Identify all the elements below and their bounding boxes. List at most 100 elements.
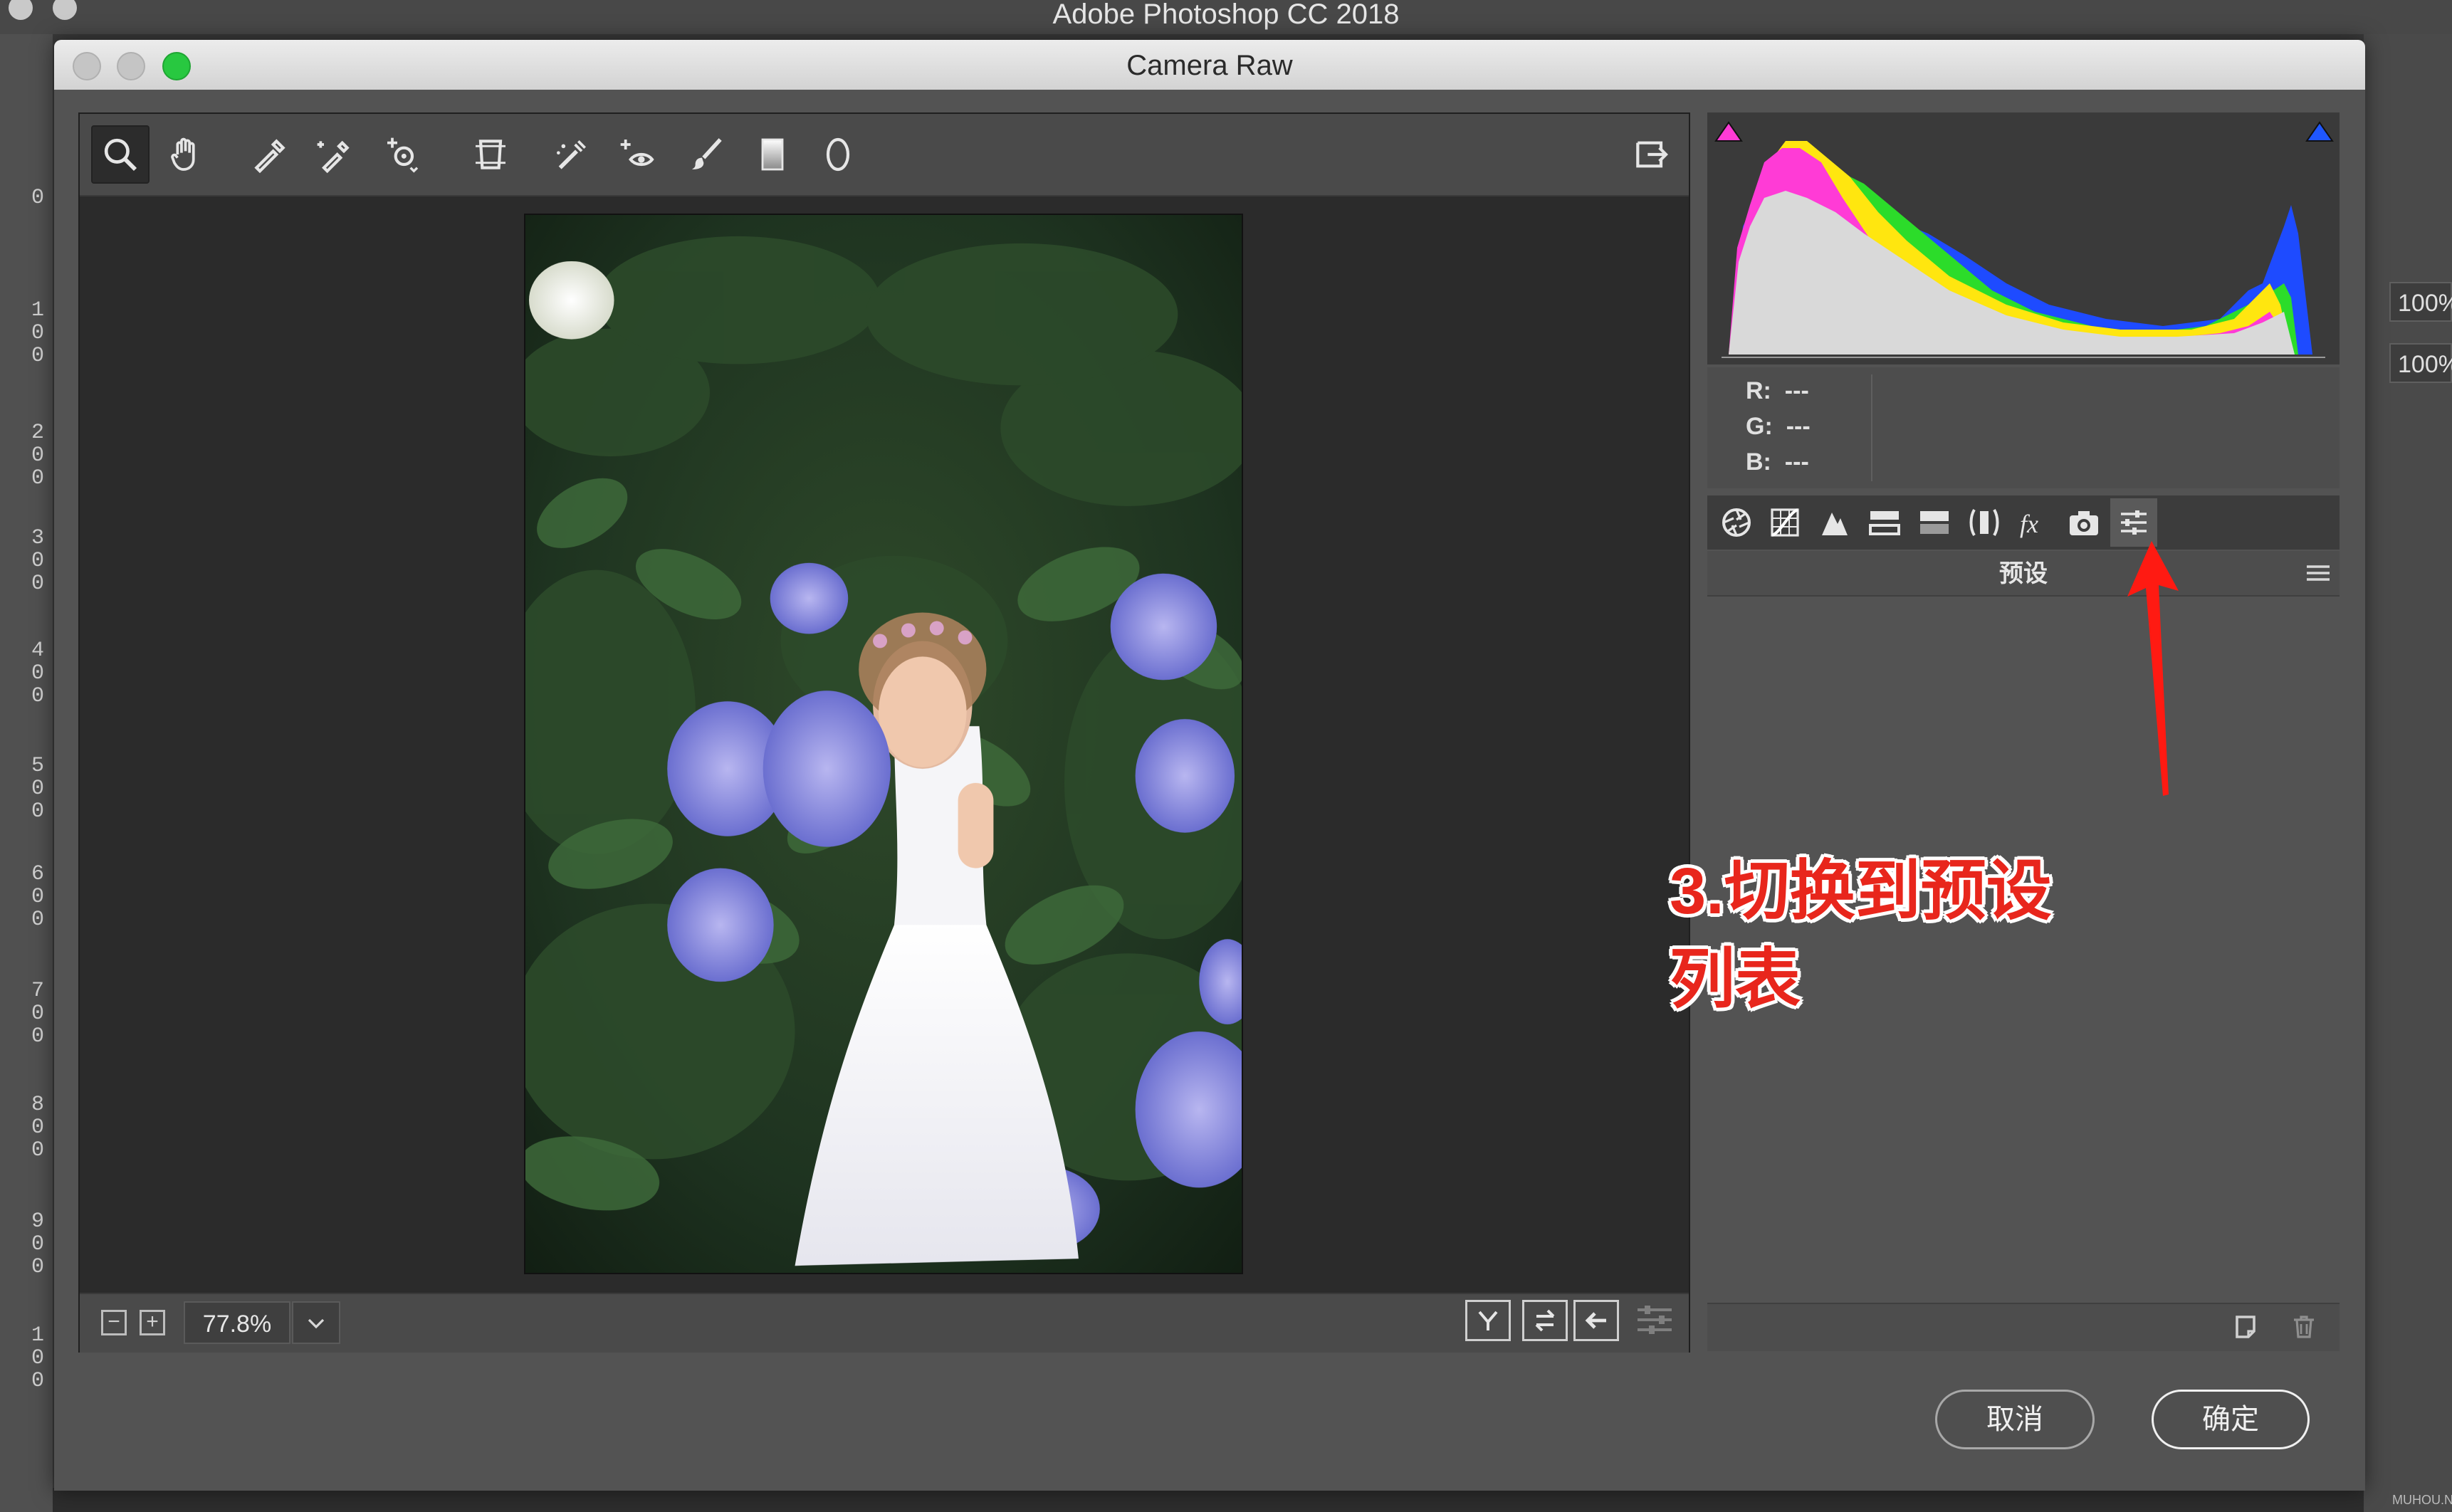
b-label: B: (1746, 448, 1771, 476)
b-value: --- (1784, 448, 1809, 476)
lens-corrections-icon (1969, 508, 1999, 537)
ruler-mark: 8 0 0 (31, 1093, 45, 1162)
red-eye-icon (620, 140, 654, 167)
preview-photo (524, 214, 1243, 1274)
photoshop-app-title: Adobe Photoshop CC 2018 (1052, 0, 1400, 30)
presets-sliders-icon (2121, 510, 2147, 535)
swap-icon (1535, 1309, 1555, 1332)
presets-panel-title: 预设 (1999, 560, 2048, 587)
zoom-level-dropdown[interactable] (292, 1301, 340, 1344)
zoom-out-button[interactable]: − (101, 1310, 127, 1335)
before-after-icon (1478, 1311, 1498, 1330)
camera-calibration-icon (2070, 511, 2098, 535)
sliders-icon (1638, 1306, 1672, 1334)
tab-split-toning[interactable] (1911, 498, 1958, 547)
ruler-mark: 0 (31, 186, 45, 210)
new-preset-button[interactable] (2231, 1313, 2260, 1341)
target-adjust-icon (387, 137, 419, 173)
ps-scale-field-2[interactable]: 100% (2389, 343, 2452, 383)
effects-fx-icon: fx (2020, 510, 2038, 538)
ruler-mark: 7 0 0 (31, 979, 45, 1049)
photoshop-canvas-strip (53, 1488, 2364, 1512)
copy-settings-button[interactable] (1573, 1300, 1619, 1341)
transform-icon (476, 140, 505, 169)
vertical-ruler: 0 1 0 0 2 0 0 3 0 0 4 0 0 5 0 0 6 0 0 7 0 0 8 0 … (0, 34, 53, 1512)
radial-filter-tool-button[interactable] (809, 125, 867, 184)
new-page-icon (2236, 1316, 2255, 1338)
export-icon (1636, 141, 1668, 168)
color-sampler-icon (317, 140, 350, 174)
tab-tone-curve[interactable] (1761, 498, 1808, 547)
ruler-mark: 3 0 0 (31, 526, 45, 596)
readout-divider (1871, 374, 1872, 481)
adjustment-brush-tool-button[interactable] (678, 125, 736, 184)
b-readout: B: --- (1746, 448, 1809, 476)
red-arrow-icon (2127, 541, 2179, 796)
g-value: --- (1786, 413, 1811, 440)
ruler-mark: 1 0 0 (31, 1323, 45, 1393)
tab-presets[interactable] (2110, 498, 2157, 547)
highlight-clipping-icon (2305, 121, 2334, 142)
zoom-tool-button[interactable] (91, 125, 150, 184)
arrow-left-icon (1585, 1312, 1606, 1329)
tab-hsl[interactable] (1861, 498, 1908, 547)
zoom-level-field[interactable]: 77.8% (184, 1301, 290, 1344)
shadow-clipping-toggle[interactable] (1713, 117, 1744, 145)
spot-removal-icon (557, 140, 586, 169)
targeted-adjustment-tool-button[interactable] (373, 125, 431, 184)
histogram-graph (1722, 120, 2325, 359)
r-readout: R: --- (1746, 377, 1809, 405)
tab-basic[interactable] (1713, 498, 1760, 547)
hand-icon (171, 137, 195, 171)
ruler-mark: 1 0 0 (31, 298, 45, 368)
transform-tool-button[interactable] (461, 125, 520, 184)
magnifier-icon (104, 138, 137, 172)
annotation-line-1: 3.切换到预设 (1670, 855, 2052, 928)
svg-text:fx: fx (2020, 510, 2038, 538)
brush-icon (692, 138, 722, 169)
graduated-filter-tool-button[interactable] (743, 125, 802, 184)
shadow-clipping-icon (1714, 121, 1743, 142)
photoshop-right-panel (2364, 34, 2452, 1512)
ruler-mark: 5 0 0 (31, 754, 45, 824)
hand-tool-button[interactable] (157, 125, 215, 184)
cancel-button[interactable]: 取消 (1935, 1390, 2095, 1449)
tab-camera-calibration[interactable] (2060, 498, 2107, 547)
r-label: R: (1746, 377, 1771, 404)
annotation-arrow (2100, 541, 2200, 797)
chevron-down-icon (308, 1318, 325, 1329)
color-sampler-tool-button[interactable] (305, 125, 363, 184)
g-label: G: (1746, 413, 1773, 440)
highlight-clipping-toggle[interactable] (2304, 117, 2335, 145)
ruler-mark: 9 0 0 (31, 1209, 45, 1279)
detail-icon (1822, 513, 1848, 535)
hsl-icon (1869, 511, 1900, 535)
tab-lens-corrections[interactable] (1961, 498, 2008, 547)
before-after-view-button[interactable] (1465, 1300, 1511, 1341)
ps-scale-field-1[interactable]: 100% (2389, 282, 2452, 322)
spot-removal-tool-button[interactable] (543, 125, 601, 184)
hamburger-menu-icon (2307, 565, 2330, 581)
ruler-mark: 4 0 0 (31, 639, 45, 708)
ok-button[interactable]: 确定 (2152, 1390, 2310, 1449)
zoom-in-button[interactable]: + (140, 1310, 165, 1335)
trash-icon (2294, 1316, 2314, 1338)
ellipse-icon (826, 137, 850, 172)
swap-settings-button[interactable] (1522, 1300, 1568, 1341)
tone-curve-icon (1771, 508, 1799, 537)
red-eye-removal-tool-button[interactable] (608, 125, 666, 184)
g-readout: G: --- (1746, 413, 1811, 441)
dialog-title: Camera Raw (1126, 50, 1293, 81)
panel-menu-button[interactable] (2305, 562, 2331, 584)
tutorial-annotation: 3.切换到预设 列表 (1670, 847, 2111, 1024)
tab-detail[interactable] (1811, 498, 1858, 547)
delete-preset-button[interactable] (2290, 1313, 2318, 1341)
basic-aperture-icon (1722, 508, 1751, 537)
preview-preferences-button[interactable] (1633, 1300, 1676, 1340)
ruler-mark: 6 0 0 (31, 862, 45, 932)
r-value: --- (1784, 377, 1809, 404)
open-in-photoshop-button[interactable] (1622, 125, 1680, 184)
watermark: MUHOU.NET (2392, 1493, 2452, 1507)
tab-effects[interactable]: fx (2011, 498, 2058, 547)
white-balance-tool-button[interactable] (241, 125, 299, 184)
